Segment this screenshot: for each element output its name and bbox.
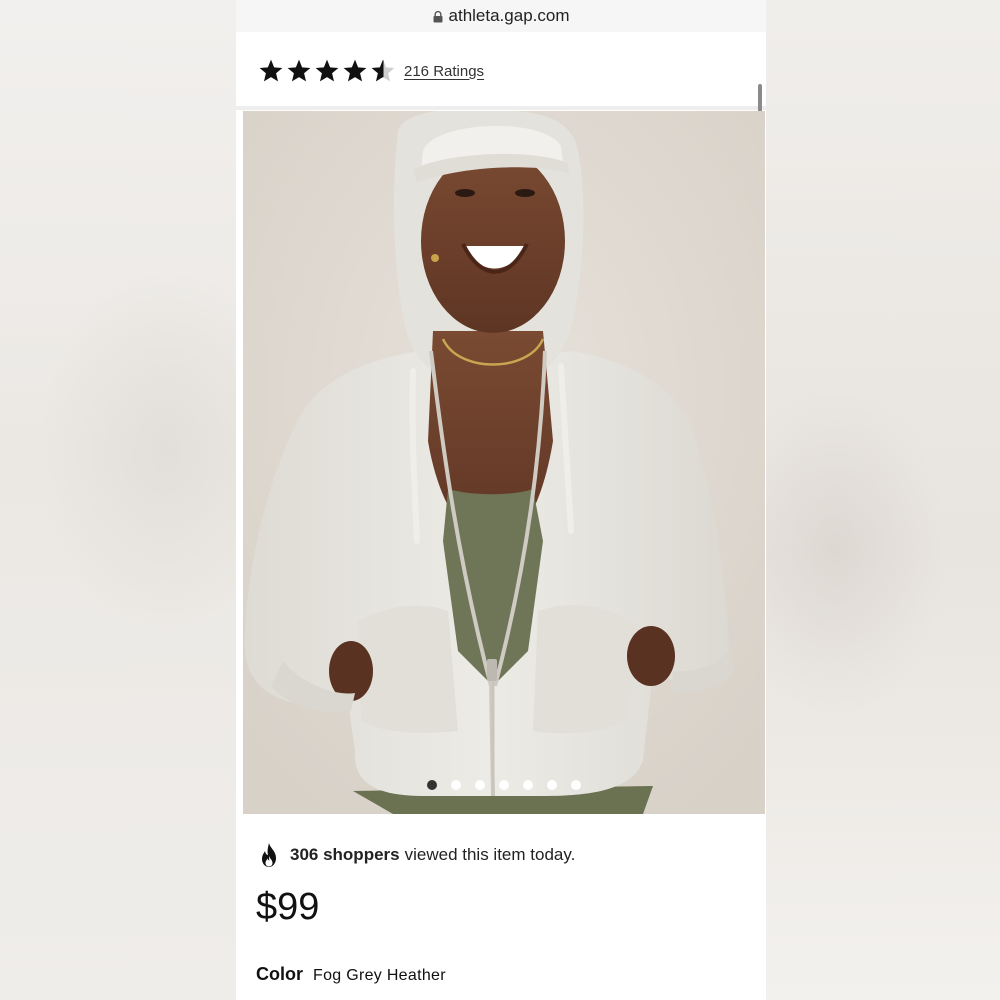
star-full-icon	[315, 59, 339, 82]
color-selector-label: Color Fog Grey Heather	[256, 964, 446, 985]
views-count: 306 shoppers	[290, 845, 400, 864]
url-bar[interactable]: athleta.gap.com	[236, 0, 766, 32]
carousel-dot[interactable]	[451, 780, 461, 790]
carousel-dot[interactable]	[499, 780, 509, 790]
background-blur-right	[764, 0, 1000, 1000]
views-suffix: viewed this item today.	[404, 845, 576, 864]
carousel-dot[interactable]	[547, 780, 557, 790]
star-half-icon	[371, 59, 395, 82]
color-value: Fog Grey Heather	[313, 967, 446, 984]
fire-icon	[262, 843, 276, 867]
phone-screen: athleta.gap.com 216 Ratings 306 shoppers…	[236, 0, 766, 1000]
carousel-dots	[243, 780, 765, 790]
star-full-icon	[259, 59, 283, 82]
url-text: athleta.gap.com	[448, 6, 570, 25]
carousel-dot[interactable]	[475, 780, 485, 790]
background-blur-left	[0, 0, 236, 1000]
product-photo-illustration	[243, 111, 765, 814]
carousel-dot[interactable]	[427, 780, 437, 790]
star-full-icon	[287, 59, 311, 82]
carousel-dot[interactable]	[523, 780, 533, 790]
star-full-icon	[343, 59, 367, 82]
lock-icon	[433, 11, 443, 23]
ratings-bar: 216 Ratings	[236, 36, 766, 110]
product-image[interactable]	[243, 111, 765, 814]
color-label: Color	[256, 964, 303, 984]
shopper-views: 306 shoppers viewed this item today.	[258, 842, 575, 868]
star-rating[interactable]	[258, 58, 396, 84]
carousel-dot[interactable]	[571, 780, 581, 790]
ratings-count-link[interactable]: 216 Ratings	[404, 63, 484, 80]
product-price: $99	[256, 886, 320, 928]
